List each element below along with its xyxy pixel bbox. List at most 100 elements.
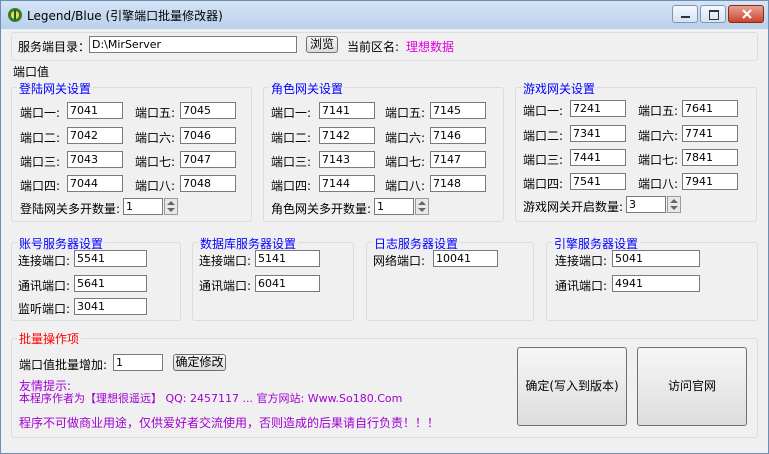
spin-down-icon (418, 208, 426, 212)
login-port2-input[interactable]: 7042 (67, 127, 123, 144)
role-port4-input[interactable]: 7144 (319, 175, 375, 192)
role-count-input[interactable]: 1 (374, 198, 414, 215)
game-port7-input[interactable]: 7841 (682, 149, 738, 166)
role-port5-label: 端口五: (385, 106, 426, 120)
login-port1-input[interactable]: 7041 (67, 102, 123, 119)
log-net-label: 网络端口: (373, 254, 426, 268)
login-port4-input[interactable]: 7044 (67, 175, 123, 192)
minimize-button[interactable] (672, 5, 698, 23)
login-port3-input[interactable]: 7043 (67, 151, 123, 168)
login-count-input[interactable]: 1 (123, 198, 163, 215)
login-port8-label: 端口八: (135, 179, 176, 193)
tip-line: 本程序作者为【理想很遥远】 QQ: 2457117 ... 官方网站: Www.… (19, 392, 403, 405)
spin-down-icon (167, 208, 175, 212)
log-net-input[interactable]: 10041 (433, 250, 498, 267)
login-port4-label: 端口四: (20, 179, 61, 193)
server-dir-label: 服务端目录： (18, 40, 91, 54)
maximize-button[interactable] (700, 5, 726, 23)
game-port3-label: 端口三: (523, 153, 564, 167)
game-port2-input[interactable]: 7341 (570, 125, 626, 142)
login-port6-input[interactable]: 7046 (180, 127, 236, 144)
account-connect-input[interactable]: 5541 (74, 250, 147, 267)
game-count-input[interactable]: 3 (626, 196, 666, 213)
role-port3-label: 端口三: (271, 155, 312, 169)
login-port7-label: 端口七: (135, 155, 176, 169)
db-connect-label: 连接端口: (199, 254, 252, 268)
browse-button[interactable]: 浏览 (306, 36, 338, 53)
ports-section-title: 端口值 (13, 65, 50, 79)
game-port4-label: 端口四: (523, 177, 564, 191)
title-bar: Legend/Blue (引擎端口批量修改器) (1, 1, 768, 29)
zone-label: 当前区名: (347, 40, 400, 54)
role-gate-title: 角色网关设置 (269, 80, 346, 97)
login-count-spinner[interactable] (164, 198, 178, 215)
role-count-label: 角色网关多开数量: (271, 202, 372, 216)
spin-down-icon (670, 206, 678, 210)
account-listen-input[interactable]: 3041 (74, 298, 147, 315)
login-port1-label: 端口一: (20, 106, 61, 120)
game-count-spinner[interactable] (667, 196, 681, 213)
db-comm-label: 通讯端口: (199, 279, 252, 293)
login-port7-input[interactable]: 7047 (180, 151, 236, 168)
role-port3-input[interactable]: 7143 (319, 151, 375, 168)
role-port4-label: 端口四: (271, 179, 312, 193)
login-port6-label: 端口六: (135, 131, 176, 145)
visit-site-button[interactable]: 访问官网 (637, 347, 747, 426)
game-port4-input[interactable]: 7541 (570, 173, 626, 190)
game-port8-input[interactable]: 7941 (682, 173, 738, 190)
role-port1-input[interactable]: 7141 (319, 102, 375, 119)
game-port1-input[interactable]: 7241 (570, 100, 626, 117)
game-port6-label: 端口六: (638, 129, 679, 143)
engine-comm-label: 通讯端口: (555, 279, 608, 293)
game-port5-label: 端口五: (638, 104, 679, 118)
minimize-icon (681, 16, 690, 18)
game-port7-label: 端口七: (638, 153, 679, 167)
spin-up-icon (167, 201, 175, 205)
login-port5-input[interactable]: 7045 (180, 102, 236, 119)
game-port2-label: 端口二: (523, 129, 564, 143)
account-comm-label: 通讯端口: (18, 279, 71, 293)
game-port6-input[interactable]: 7741 (682, 125, 738, 142)
server-dir-input[interactable]: D:\MirServer (89, 36, 297, 53)
login-port5-label: 端口五: (135, 106, 176, 120)
close-icon (742, 9, 752, 19)
role-port7-input[interactable]: 7147 (430, 151, 486, 168)
warning-text: 程序不可做商业用途，仅供爱好者交流使用，否则造成的后果请自行负责！！！ (19, 416, 440, 430)
app-icon (8, 8, 22, 22)
login-port8-input[interactable]: 7048 (180, 175, 236, 192)
increment-input[interactable]: 1 (113, 354, 163, 371)
db-comm-input[interactable]: 6041 (255, 275, 320, 292)
role-port6-input[interactable]: 7146 (430, 127, 486, 144)
game-gate-title: 游戏网关设置 (521, 80, 598, 97)
confirm-write-button[interactable]: 确定(写入到版本) (517, 347, 627, 426)
login-port2-label: 端口二: (20, 131, 61, 145)
game-port3-input[interactable]: 7441 (570, 149, 626, 166)
db-connect-input[interactable]: 5141 (255, 250, 320, 267)
batch-title: 批量操作项 (17, 330, 82, 347)
role-port7-label: 端口七: (385, 155, 426, 169)
confirm-edit-button[interactable]: 确定修改 (173, 354, 226, 371)
login-port3-label: 端口三: (20, 155, 61, 169)
increment-label: 端口值批量增加: (19, 358, 108, 372)
close-button[interactable] (728, 5, 764, 23)
role-count-spinner[interactable] (415, 198, 429, 215)
zone-value: 理想数据 (406, 40, 455, 54)
engine-comm-input[interactable]: 4941 (612, 275, 700, 292)
game-port5-input[interactable]: 7641 (682, 100, 738, 117)
spin-up-icon (418, 201, 426, 205)
account-connect-label: 连接端口: (18, 254, 71, 268)
account-listen-label: 监听端口: (18, 302, 71, 316)
role-port8-label: 端口八: (385, 179, 426, 193)
role-port2-label: 端口二: (271, 131, 312, 145)
account-comm-input[interactable]: 5641 (74, 275, 147, 292)
role-port2-input[interactable]: 7142 (319, 127, 375, 144)
role-port1-label: 端口一: (271, 106, 312, 120)
engine-connect-input[interactable]: 5041 (612, 250, 700, 267)
spin-up-icon (670, 199, 678, 203)
window-title: Legend/Blue (引擎端口批量修改器) (27, 9, 223, 23)
main-window: Legend/Blue (引擎端口批量修改器) 服务端目录： D:\MirSer… (0, 0, 769, 454)
role-port5-input[interactable]: 7145 (430, 102, 486, 119)
role-port8-input[interactable]: 7148 (430, 175, 486, 192)
role-port6-label: 端口六: (385, 131, 426, 145)
game-port8-label: 端口八: (638, 177, 679, 191)
